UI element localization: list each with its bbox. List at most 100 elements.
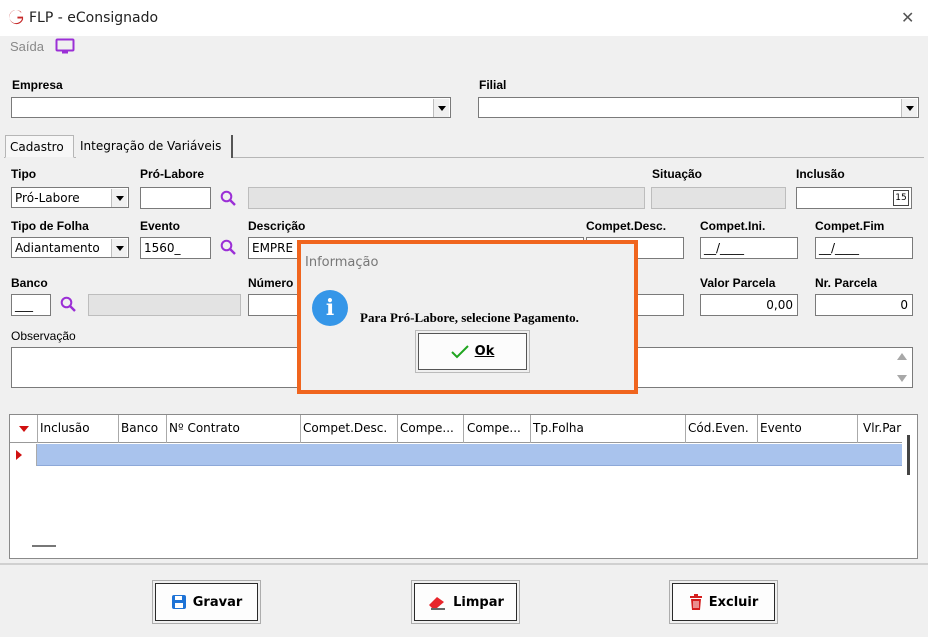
compet-fim-field[interactable]: __/____ [815,237,913,259]
trash-icon [689,594,702,610]
tab-integracao-variaveis[interactable]: Integração de Variáveis [76,135,233,158]
column-header-compet-desc[interactable]: Compet.Desc. [303,421,387,435]
window-title: FLP - eConsignado [29,10,159,26]
tipo-value: Pró-Labore [15,191,80,205]
limpar-button[interactable]: Limpar [411,580,520,624]
column-separator [757,415,758,443]
compet-fim-value: __/____ [819,241,860,255]
tab-cadastro[interactable]: Cadastro [5,135,74,158]
column-separator [37,415,38,443]
calendar-icon[interactable]: 15 [893,190,909,206]
column-separator [166,415,167,443]
column-header-evento[interactable]: Evento [760,421,802,435]
nr-parcela-value: 0 [900,298,908,312]
valor-parcela-label: Valor Parcela [700,276,776,290]
column-header-vlr-parcela[interactable]: Vlr.Par [863,421,901,435]
save-icon [171,595,186,609]
tipo-folha-value: Adiantamento [15,241,100,255]
column-separator [685,415,686,443]
nr-parcela-field[interactable]: 0 [815,294,913,316]
situacao-label: Situação [652,167,703,181]
compet-fim-label: Compet.Fim [815,219,885,233]
banco-input[interactable]: ___ [11,294,51,316]
banco-value: ___ [15,298,33,312]
column-separator [397,415,398,443]
scroll-down-icon[interactable] [897,375,907,382]
column-header-banco[interactable]: Banco [121,421,158,435]
chevron-down-icon[interactable] [111,189,127,207]
inclusao-label: Inclusão [796,167,845,181]
compet-ini-value: __/____ [704,241,745,255]
column-header-nr-contrato[interactable]: Nº Contrato [169,421,240,435]
pro-labore-input[interactable] [140,187,211,209]
observacao-label: Observação [11,329,76,343]
column-separator [300,415,301,443]
row-indicator [10,444,37,466]
evento-value: 1560_ [144,241,181,255]
search-icon[interactable] [60,296,76,312]
grid-header: Inclusão Banco Nº Contrato Compet.Desc. … [10,415,902,443]
situacao-field [651,187,786,209]
nr-parcela-label: Nr. Parcela [815,276,878,290]
grid-horizontal-scroll-thumb[interactable] [32,545,56,547]
tipo-label: Tipo [11,167,37,181]
valor-parcela-field[interactable]: 0,00 [700,294,798,316]
banco-label: Banco [11,276,48,290]
column-header-compet-fim[interactable]: Compe... [467,421,521,435]
descricao-label: Descrição [248,219,306,233]
evento-label: Evento [140,219,181,233]
dialog-title: Informação [305,255,379,270]
empresa-label: Empresa [12,78,63,92]
eraser-icon [429,597,446,610]
chevron-down-icon[interactable] [433,99,449,117]
column-separator [463,415,464,443]
filial-select[interactable] [478,97,919,118]
data-grid[interactable]: Inclusão Banco Nº Contrato Compet.Desc. … [9,414,918,559]
scroll-up-icon[interactable] [897,353,907,360]
scroll-thumb[interactable] [907,435,910,475]
excluir-label: Excluir [708,594,759,610]
compet-ini-field[interactable]: __/____ [700,237,798,259]
limpar-label: Limpar [453,594,504,610]
valor-parcela-value: 0,00 [766,298,793,312]
compet-ini-label: Compet.Ini. [700,219,766,233]
column-separator [530,415,531,443]
chevron-down-icon[interactable] [901,99,917,117]
monitor-icon[interactable] [55,38,75,55]
app-logo-icon [9,10,24,25]
chevron-down-icon[interactable] [111,239,127,257]
numero-label: Número [248,276,294,290]
pro-labore-label: Pró-Labore [140,167,205,181]
gravar-button[interactable]: Gravar [152,580,261,624]
menu-saida[interactable]: Saída [10,39,44,54]
search-icon[interactable] [220,190,236,206]
search-icon[interactable] [220,239,236,255]
info-icon: i [312,290,348,326]
check-icon [450,344,469,358]
tipo-folha-label: Tipo de Folha [11,219,89,233]
grid-vertical-scrollbar[interactable] [902,417,916,558]
inclusao-date-field[interactable]: 15 [796,187,912,209]
info-dialog: Informação i Para Pró-Labore, selecione … [297,240,638,394]
close-button[interactable]: ✕ [901,8,914,28]
pro-labore-name-field [248,187,645,209]
compet-desc-label: Compet.Desc. [586,219,667,233]
column-header-inclusao[interactable]: Inclusão [40,421,90,435]
ok-label: Ok [474,344,495,359]
empresa-select[interactable] [11,97,451,118]
column-header-compet-ini[interactable]: Compe... [400,421,454,435]
dialog-message: Para Pró-Labore, selecione Pagamento. [360,310,579,325]
column-header-tp-folha[interactable]: Tp.Folha [533,421,584,435]
table-row[interactable] [10,444,902,466]
excluir-button[interactable]: Excluir [669,580,778,624]
column-header-cod-even[interactable]: Cód.Even. [688,421,749,435]
banco-name-field [88,294,241,316]
evento-input[interactable]: 1560_ [140,237,211,259]
sort-down-icon[interactable] [19,426,29,432]
tipo-folha-select[interactable]: Adiantamento [11,237,129,258]
current-row-icon [16,450,22,460]
tipo-select[interactable]: Pró-Labore [11,187,129,208]
ok-button[interactable]: Ok [415,330,530,373]
gravar-label: Gravar [192,594,243,610]
filial-label: Filial [479,78,507,92]
